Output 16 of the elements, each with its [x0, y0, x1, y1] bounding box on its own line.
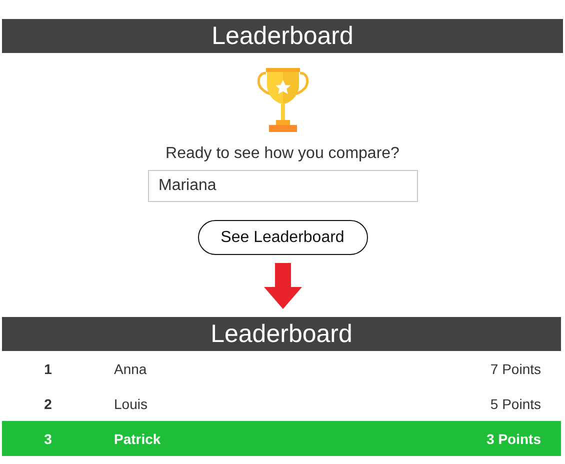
prompt-text: Ready to see how you compare? — [166, 145, 400, 163]
page-title: Leaderboard — [2, 19, 563, 53]
see-leaderboard-button[interactable]: See Leaderboard — [198, 220, 368, 255]
leaderboard-title: Leaderboard — [2, 317, 561, 351]
player-name: Louis — [113, 396, 148, 412]
points-text: 5 Points — [490, 396, 541, 412]
rank-text: 1 — [44, 360, 52, 376]
points-text: 7 Points — [490, 360, 541, 376]
trophy-icon — [256, 67, 310, 133]
rank-text: 3 — [44, 430, 52, 446]
arrow-icon — [264, 263, 302, 309]
rank-text: 2 — [44, 396, 52, 412]
player-name: Anna — [113, 360, 148, 376]
points-text: 3 Points — [486, 430, 541, 446]
player-name: Patrick — [113, 430, 162, 446]
name-field[interactable]: Mariana — [148, 170, 418, 202]
